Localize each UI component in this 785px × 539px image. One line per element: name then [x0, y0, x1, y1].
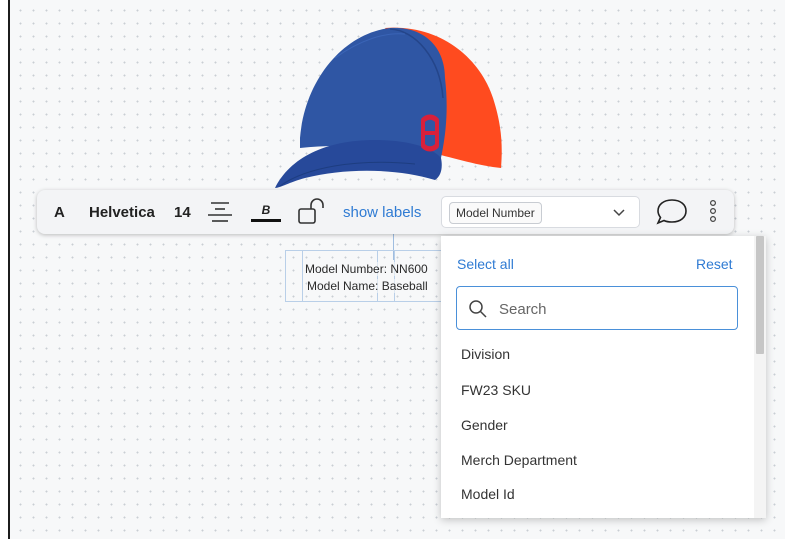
selected-field-chip[interactable]: Model Number — [449, 202, 542, 224]
text-color-swatch — [251, 218, 281, 222]
field-dropdown-menu: Select all Reset Division FW23 SKU Gende… — [441, 236, 766, 518]
dropdown-item-fw23-sku[interactable]: FW23 SKU — [461, 382, 531, 398]
chevron-down-icon[interactable] — [612, 208, 626, 218]
text-tool-button[interactable]: A — [54, 190, 65, 234]
baseball-cap-image[interactable] — [265, 18, 525, 196]
dropdown-scroll-thumb[interactable] — [756, 236, 764, 354]
align-center-icon[interactable] — [205, 190, 235, 234]
text-color-icon[interactable]: B — [251, 190, 281, 234]
dropdown-item-division[interactable]: Division — [461, 346, 510, 362]
dropdown-search-field[interactable] — [456, 286, 738, 330]
dropdown-item-gender[interactable]: Gender — [461, 417, 508, 433]
more-vertical-icon[interactable] — [708, 190, 718, 234]
select-all-link[interactable]: Select all — [457, 256, 514, 272]
show-labels-link[interactable]: show labels — [343, 190, 421, 234]
text-format-toolbar: A Helvetica 14 B show labels Model Numbe… — [37, 190, 734, 234]
unlock-icon[interactable] — [297, 190, 327, 234]
label-field-select[interactable]: Model Number — [441, 196, 640, 228]
model-number-label[interactable]: Model Number: NN600 — [305, 262, 428, 276]
font-size-select[interactable]: 14 — [174, 190, 191, 234]
label-selection-frame — [285, 250, 455, 302]
label-handle-left[interactable] — [285, 250, 303, 302]
dropdown-item-merch-department[interactable]: Merch Department — [461, 452, 577, 468]
search-input[interactable] — [497, 297, 731, 321]
dropdown-scrollbar[interactable] — [754, 236, 766, 518]
model-name-label[interactable]: Model Name: Baseball — [307, 279, 428, 293]
label-handle-center[interactable] — [377, 250, 395, 302]
bold-color-letter: B — [261, 202, 271, 217]
dropdown-item-model-id[interactable]: Model Id — [461, 486, 515, 502]
reset-link[interactable]: Reset — [696, 256, 733, 272]
comment-icon[interactable] — [655, 190, 689, 234]
font-family-select[interactable]: Helvetica — [89, 190, 155, 234]
search-icon — [469, 300, 487, 318]
